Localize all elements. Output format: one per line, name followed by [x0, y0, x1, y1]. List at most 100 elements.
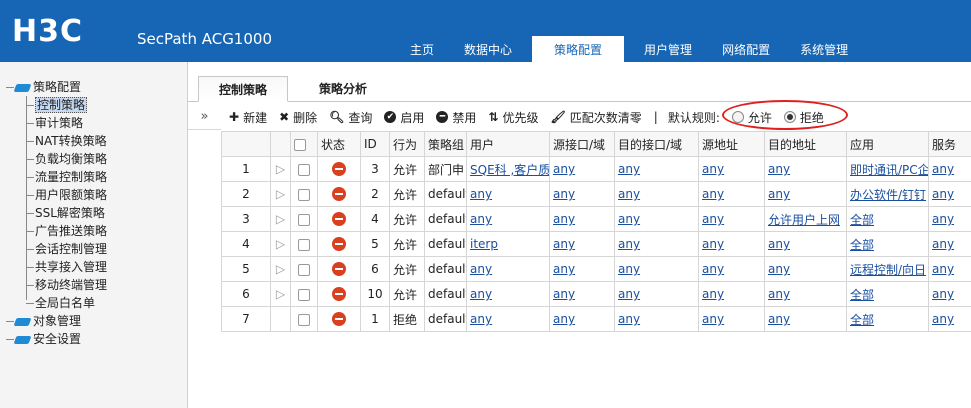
- svc-link[interactable]: any: [932, 262, 954, 276]
- nav-policy-config[interactable]: 策略配置: [532, 36, 625, 62]
- tree-root-object[interactable]: 对象管理: [6, 312, 81, 330]
- svc-link[interactable]: any: [932, 212, 954, 226]
- svc-link[interactable]: any: [932, 162, 954, 176]
- expand-arrow-icon[interactable]: ▷: [270, 206, 291, 232]
- user-link[interactable]: iterp: [470, 237, 498, 251]
- svc-link[interactable]: any: [932, 187, 954, 201]
- disabled-status-icon[interactable]: [332, 237, 346, 252]
- tree-root-security[interactable]: 安全设置: [6, 330, 81, 348]
- dst-addr-link[interactable]: any: [768, 237, 790, 251]
- status-cell[interactable]: [317, 256, 361, 282]
- nav-home[interactable]: 主页: [395, 36, 449, 62]
- app-link[interactable]: 全部: [850, 213, 874, 227]
- tree-item-flow-control[interactable]: 流量控制策略: [26, 168, 107, 186]
- header-select-all[interactable]: [290, 131, 318, 157]
- tree-item-user-quota[interactable]: 用户限额策略: [26, 186, 107, 204]
- nav-data-center[interactable]: 数据中心: [449, 36, 527, 62]
- checkbox-icon[interactable]: [298, 163, 310, 176]
- src-if-link[interactable]: any: [553, 187, 575, 201]
- expand-arrow-icon[interactable]: ▷: [270, 256, 291, 282]
- checkbox-icon[interactable]: [298, 263, 310, 276]
- src-if-link[interactable]: any: [553, 212, 575, 226]
- status-cell[interactable]: [317, 181, 361, 207]
- default-allow-radio[interactable]: 允许: [731, 109, 772, 126]
- tree-item-control-policy[interactable]: 控制策略: [26, 96, 88, 114]
- user-link[interactable]: any: [470, 212, 492, 226]
- disabled-status-icon[interactable]: [332, 312, 346, 327]
- header-src-addr[interactable]: 源地址: [698, 131, 765, 157]
- header-service[interactable]: 服务: [928, 131, 971, 157]
- dst-if-link[interactable]: any: [618, 312, 640, 326]
- tree-item-nat-policy[interactable]: NAT转换策略: [26, 132, 107, 150]
- user-link[interactable]: SQE科 ,客户质: [470, 163, 549, 177]
- dst-addr-link[interactable]: any: [768, 312, 790, 326]
- new-button[interactable]: ✚ 新建: [229, 109, 267, 126]
- dst-if-link[interactable]: any: [618, 237, 640, 251]
- nav-network-config[interactable]: 网络配置: [707, 36, 785, 62]
- default-deny-radio[interactable]: 拒绝: [783, 109, 824, 126]
- src-addr-link[interactable]: any: [702, 212, 724, 226]
- svc-link[interactable]: any: [932, 237, 954, 251]
- tree-root-policy[interactable]: 策略配置: [6, 78, 81, 96]
- svc-link[interactable]: any: [932, 312, 954, 326]
- app-link[interactable]: 全部: [850, 288, 874, 302]
- expand-arrow-icon[interactable]: ▷: [270, 231, 291, 257]
- row-checkbox[interactable]: [290, 231, 318, 257]
- header-src-if[interactable]: 源接口/域: [549, 131, 615, 157]
- src-addr-link[interactable]: any: [702, 162, 724, 176]
- priority-button[interactable]: ⇅ 优先级: [488, 109, 538, 126]
- disabled-status-icon[interactable]: [332, 212, 346, 227]
- src-if-link[interactable]: any: [553, 312, 575, 326]
- dst-if-link[interactable]: any: [618, 262, 640, 276]
- src-addr-link[interactable]: any: [702, 312, 724, 326]
- status-cell[interactable]: [317, 156, 361, 182]
- header-action[interactable]: 行为: [389, 131, 425, 157]
- tree-item-shared-access[interactable]: 共享接入管理: [26, 258, 107, 276]
- delete-button[interactable]: ✖ 删除: [279, 109, 317, 126]
- disable-button[interactable]: ━ 禁用: [436, 109, 476, 126]
- collapse-sidebar-icon[interactable]: »: [188, 104, 221, 130]
- expand-arrow-icon[interactable]: ▷: [270, 156, 291, 182]
- app-link[interactable]: 办公软件/钉钉: [850, 188, 926, 202]
- user-link[interactable]: any: [470, 262, 492, 276]
- tree-item-session-control[interactable]: 会话控制管理: [26, 240, 107, 258]
- checkbox-icon[interactable]: [298, 213, 310, 226]
- src-if-link[interactable]: any: [553, 262, 575, 276]
- header-dst-if[interactable]: 目的接口/域: [614, 131, 699, 157]
- src-if-link[interactable]: any: [553, 237, 575, 251]
- app-link[interactable]: 远程控制/向日: [850, 263, 926, 277]
- row-checkbox[interactable]: [290, 256, 318, 282]
- header-user[interactable]: 用户: [466, 131, 550, 157]
- query-button[interactable]: 🔍︎ 查询: [329, 109, 372, 126]
- disabled-status-icon[interactable]: [332, 187, 346, 202]
- table-row[interactable]: 7 1 拒绝 default any any any any any 全部 any: [221, 306, 971, 332]
- dst-if-link[interactable]: any: [618, 287, 640, 301]
- table-row[interactable]: 2 ▷ 2 允许 default any any any any any 办公软件/钉钉 any: [221, 181, 971, 207]
- dst-addr-link[interactable]: any: [768, 162, 790, 176]
- row-checkbox[interactable]: [290, 156, 318, 182]
- dst-addr-link[interactable]: 允许用户上网: [768, 213, 840, 227]
- table-row[interactable]: 3 ▷ 4 允许 default any any any any 允许用户上网 全部 any: [221, 206, 971, 232]
- tree-item-mobile-terminal[interactable]: 移动终端管理: [26, 276, 107, 294]
- status-cell[interactable]: [317, 306, 361, 332]
- expand-arrow-icon[interactable]: ▷: [270, 181, 291, 207]
- user-link[interactable]: any: [470, 187, 492, 201]
- status-cell[interactable]: [317, 281, 361, 307]
- tab-policy-analysis[interactable]: 策略分析: [298, 76, 388, 102]
- status-cell[interactable]: [317, 231, 361, 257]
- user-link[interactable]: any: [470, 312, 492, 326]
- app-link[interactable]: 全部: [850, 238, 874, 252]
- app-link[interactable]: 即时通讯/PC企: [850, 163, 928, 177]
- dst-if-link[interactable]: any: [618, 162, 640, 176]
- nav-user-mgmt[interactable]: 用户管理: [629, 36, 707, 62]
- src-addr-link[interactable]: any: [702, 262, 724, 276]
- tree-item-global-whitelist[interactable]: 全局白名单: [26, 294, 95, 312]
- checkbox-icon[interactable]: [294, 138, 306, 151]
- dst-if-link[interactable]: any: [618, 187, 640, 201]
- expand-arrow-icon[interactable]: ▷: [270, 281, 291, 307]
- table-row[interactable]: 6 ▷ 10 允许 default any any any any any 全部 any: [221, 281, 971, 307]
- header-group[interactable]: 策略组: [424, 131, 467, 157]
- tree-item-load-balance[interactable]: 负载均衡策略: [26, 150, 107, 168]
- tab-control-policy[interactable]: 控制策略: [198, 76, 288, 102]
- row-checkbox[interactable]: [290, 206, 318, 232]
